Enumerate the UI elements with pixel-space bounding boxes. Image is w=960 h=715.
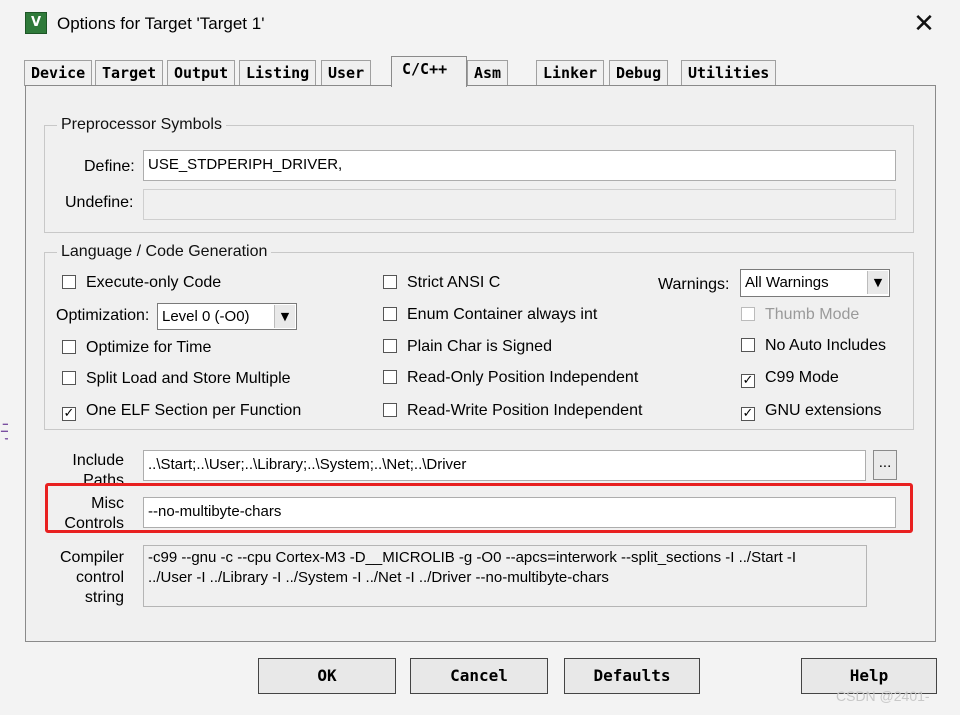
tab-strip: Device Target Output Listing User C/C++ … (24, 56, 944, 87)
thumb-mode-box[interactable] (741, 307, 755, 321)
preprocessor-legend: Preprocessor Symbols (57, 115, 226, 135)
compiler-control-string: -c99 --gnu -c --cpu Cortex-M3 -D__MICROL… (143, 545, 867, 607)
optimization-label: Optimization: (56, 307, 150, 324)
tab-user[interactable]: User (321, 60, 372, 86)
tab-c-cpp[interactable]: C/C++ (391, 56, 467, 87)
ro-pi-label: Read-Only Position Independent (407, 369, 639, 386)
keil-app-icon: V (25, 12, 47, 34)
optimize-time-label: Optimize for Time (86, 339, 212, 356)
ok-button[interactable]: OK (258, 658, 396, 694)
ro-pi-box[interactable] (383, 370, 397, 384)
close-button[interactable]: ✕ (902, 6, 946, 42)
title-bar: V Options for Target 'Target 1' ✕ (0, 0, 960, 48)
cancel-button[interactable]: Cancel (410, 658, 548, 694)
tab-linker[interactable]: Linker (536, 60, 605, 86)
tab-asm[interactable]: Asm (467, 60, 509, 86)
chevron-down-icon[interactable]: ▼ (867, 271, 888, 294)
split-load-label: Split Load and Store Multiple (86, 370, 291, 387)
tab-debug[interactable]: Debug (609, 60, 669, 86)
tab-output[interactable]: Output (167, 60, 236, 86)
c99-mode-checkbox[interactable]: ✓ C99 Mode (741, 368, 839, 388)
thumb-mode-checkbox[interactable]: Thumb Mode (741, 305, 859, 325)
one-elf-checkbox[interactable]: ✓ One ELF Section per Function (62, 401, 301, 421)
include-paths-label: Include Paths (60, 451, 124, 485)
ro-pi-checkbox[interactable]: Read-Only Position Independent (383, 368, 638, 388)
split-load-box[interactable] (62, 371, 76, 385)
undefine-label: Undefine: (65, 194, 134, 211)
c99-mode-label: C99 Mode (765, 369, 839, 386)
undefine-input[interactable] (143, 189, 896, 220)
highlight-annotation-box (45, 483, 913, 533)
rw-pi-box[interactable] (383, 403, 397, 417)
tab-target[interactable]: Target (95, 60, 164, 86)
defaults-button[interactable]: Defaults (564, 658, 700, 694)
no-auto-includes-box[interactable] (741, 338, 755, 352)
compiler-label-line2: control (75, 569, 124, 586)
no-auto-includes-checkbox[interactable]: No Auto Includes (741, 336, 886, 356)
plain-char-checkbox[interactable]: Plain Char is Signed (383, 337, 552, 357)
watermark: CSDN @2401- (836, 688, 930, 704)
optimization-value: Level 0 (-O0) (162, 308, 250, 325)
c99-mode-box[interactable]: ✓ (741, 374, 755, 388)
strict-ansi-checkbox[interactable]: Strict ANSI C (383, 273, 500, 293)
compiler-string-line1: -c99 --gnu -c --cpu Cortex-M3 -D__MICROL… (148, 549, 797, 566)
gnu-extensions-checkbox[interactable]: ✓ GNU extensions (741, 401, 882, 421)
language-legend: Language / Code Generation (57, 242, 272, 262)
split-load-checkbox[interactable]: Split Load and Store Multiple (62, 369, 291, 389)
compiler-label-line3: string (84, 589, 124, 606)
enum-container-box[interactable] (383, 307, 397, 321)
warnings-value: All Warnings (745, 274, 829, 291)
execute-only-box[interactable] (62, 275, 76, 289)
optimize-time-box[interactable] (62, 340, 76, 354)
warnings-label: Warnings: (658, 276, 730, 293)
define-input[interactable]: USE_STDPERIPH_DRIVER, (143, 150, 896, 181)
warnings-select[interactable]: All Warnings ▼ (740, 269, 890, 297)
one-elf-box[interactable]: ✓ (62, 407, 76, 421)
chevron-down-icon[interactable]: ▼ (274, 305, 295, 328)
rw-pi-checkbox[interactable]: Read-Write Position Independent (383, 401, 642, 421)
one-elf-label: One ELF Section per Function (86, 402, 302, 419)
optimization-select[interactable]: Level 0 (-O0) ▼ (157, 303, 297, 330)
gnu-extensions-label: GNU extensions (765, 402, 882, 419)
tab-utilities[interactable]: Utilities (681, 60, 777, 86)
compiler-label-line1: Compiler (59, 549, 124, 566)
optimize-time-checkbox[interactable]: Optimize for Time (62, 338, 211, 358)
no-auto-includes-label: No Auto Includes (765, 337, 886, 354)
define-label: Define: (84, 158, 135, 175)
compiler-control-label: Compiler control string (52, 548, 124, 608)
enum-container-label: Enum Container always int (407, 306, 598, 323)
execute-only-checkbox[interactable]: Execute-only Code (62, 273, 221, 293)
window-title: Options for Target 'Target 1' (57, 14, 265, 33)
tab-listing[interactable]: Listing (239, 60, 317, 86)
enum-container-checkbox[interactable]: Enum Container always int (383, 305, 597, 325)
plain-char-label: Plain Char is Signed (407, 338, 552, 355)
compiler-string-line2: ../User -I ../Library -I ../System -I ..… (148, 569, 609, 586)
gnu-extensions-box[interactable]: ✓ (741, 407, 755, 421)
tab-device[interactable]: Device (24, 60, 93, 86)
plain-char-box[interactable] (383, 339, 397, 353)
thumb-mode-label: Thumb Mode (765, 306, 860, 323)
execute-only-label: Execute-only Code (86, 274, 222, 291)
background-fragment: 子 (0, 418, 8, 444)
strict-ansi-label: Strict ANSI C (407, 274, 501, 291)
browse-paths-button[interactable]: ... (873, 450, 897, 480)
include-paths-input[interactable]: ..\Start;..\User;..\Library;..\System;..… (143, 450, 866, 481)
strict-ansi-box[interactable] (383, 275, 397, 289)
include-label-line1: Include (72, 452, 124, 469)
rw-pi-label: Read-Write Position Independent (407, 402, 643, 419)
